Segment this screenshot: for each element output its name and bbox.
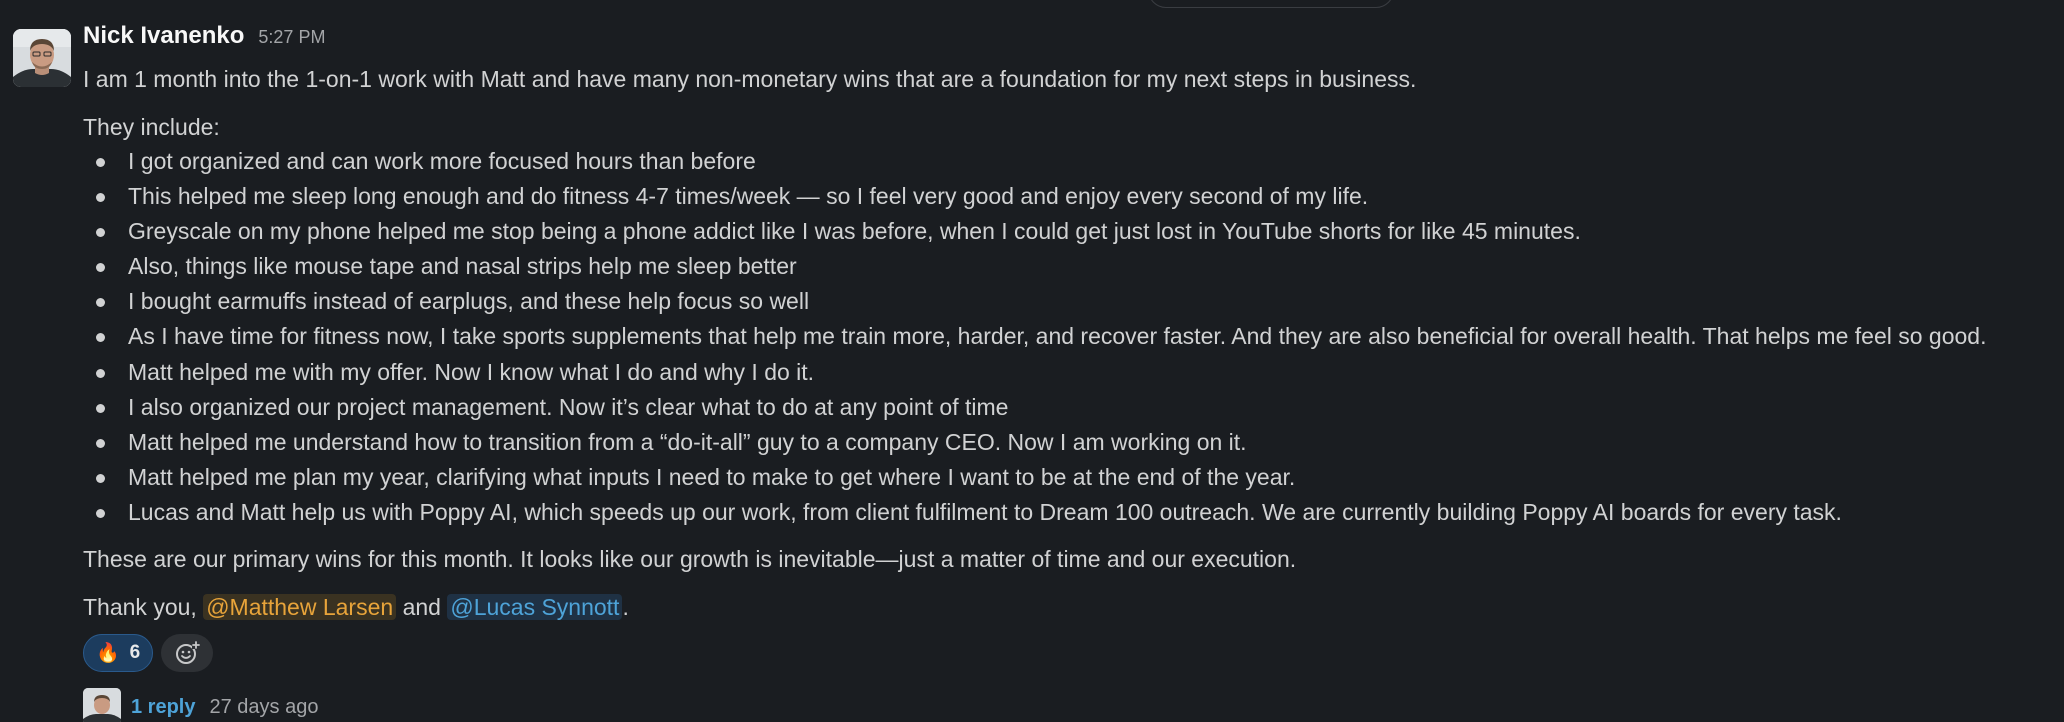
- list-item-text: This helped me sleep long enough and do …: [128, 183, 1369, 210]
- bullet-icon: [96, 333, 105, 343]
- list-item: Matt helped me with my offer. Now I know…: [83, 355, 2064, 390]
- last-reply-time: 27 days ago: [209, 695, 319, 718]
- mention-matthew-larsen[interactable]: @Matthew Larsen: [203, 594, 397, 621]
- user-photo-icon: [83, 688, 121, 722]
- message-content: Nick Ivanenko 5:27 PM I am 1 month into …: [83, 22, 2064, 722]
- message-header: Nick Ivanenko 5:27 PM: [83, 22, 2064, 62]
- reaction-count: 6: [129, 642, 141, 664]
- list-item-text: Matt helped me with my offer. Now I know…: [128, 358, 815, 385]
- list-item-text: I bought earmuffs instead of earplugs, a…: [128, 288, 810, 315]
- wins-list: I got organized and can work more focuse…: [83, 144, 2064, 530]
- bullet-icon: [96, 158, 105, 167]
- list-item-text: Lucas and Matt help us with Poppy AI, wh…: [128, 498, 1842, 525]
- list-item-text: As I have time for fitness now, I take s…: [128, 323, 1987, 350]
- list-item-text: Also, things like mouse tape and nasal s…: [128, 253, 797, 280]
- bullet-icon: [96, 228, 105, 238]
- thanks-and: and: [402, 594, 441, 621]
- bullet-icon: [96, 298, 105, 308]
- bullet-icon: [96, 438, 105, 448]
- message-container: Nick Ivanenko 5:27 PM I am 1 month into …: [0, 0, 2064, 722]
- bullet-icon: [96, 368, 105, 378]
- date-divider-pill[interactable]: [1148, 0, 1394, 8]
- thanks-suffix: .: [622, 594, 629, 621]
- reaction-fire[interactable]: 🔥 6: [83, 634, 154, 673]
- list-item-text: I also organized our project management.…: [128, 393, 1009, 420]
- thread-summary[interactable]: 1 reply 27 days ago: [83, 688, 2064, 722]
- list-intro: They include:: [83, 114, 220, 140]
- list-item-text: Matt helped me understand how to transit…: [128, 428, 1247, 455]
- replies-link[interactable]: 1 reply: [131, 696, 195, 719]
- author-name[interactable]: Nick Ivanenko: [83, 22, 244, 50]
- message-intro: I am 1 month into the 1-on-1 work with M…: [83, 66, 1417, 92]
- list-item-text: I got organized and can work more focuse…: [128, 148, 756, 174]
- message-timestamp[interactable]: 5:27 PM: [258, 27, 325, 48]
- avatar[interactable]: [13, 29, 71, 87]
- bullet-icon: [96, 473, 105, 483]
- bullet-icon: [96, 263, 105, 273]
- list-item: As I have time for fitness now, I take s…: [83, 319, 2064, 354]
- thanks-line: Thank you, @Matthew Larsen and @Lucas Sy…: [83, 590, 2064, 624]
- fire-icon: 🔥: [96, 643, 120, 665]
- thanks-prefix: Thank you,: [83, 594, 197, 621]
- list-item: Greyscale on my phone helped me stop bei…: [83, 214, 2064, 249]
- reactions-bar: 🔥 6: [83, 634, 2064, 673]
- list-item: I bought earmuffs instead of earplugs, a…: [83, 284, 2064, 319]
- add-reaction-button[interactable]: [161, 634, 214, 673]
- reply-avatar: [83, 688, 121, 722]
- list-item-text: Matt helped me plan my year, clarifying …: [128, 463, 1296, 490]
- user-photo-icon: [13, 29, 71, 87]
- bullet-icon: [96, 508, 105, 518]
- list-item: Also, things like mouse tape and nasal s…: [83, 249, 2064, 284]
- bullet-icon: [96, 193, 105, 203]
- wins-summary: These are our primary wins for this mont…: [83, 546, 1297, 573]
- list-item: I also organized our project management.…: [83, 390, 2064, 425]
- list-item: Matt helped me understand how to transit…: [83, 425, 2064, 460]
- mention-lucas-synnott[interactable]: @Lucas Synnott: [447, 594, 623, 621]
- list-item: This helped me sleep long enough and do …: [83, 179, 2064, 214]
- list-item: I got organized and can work more focuse…: [83, 144, 2064, 179]
- list-item: Matt helped me plan my year, clarifying …: [83, 460, 2064, 495]
- bullet-icon: [96, 403, 105, 413]
- list-item: Lucas and Matt help us with Poppy AI, wh…: [83, 495, 2064, 530]
- list-item-text: Greyscale on my phone helped me stop bei…: [128, 218, 1581, 245]
- add-emoji-icon: [176, 641, 201, 665]
